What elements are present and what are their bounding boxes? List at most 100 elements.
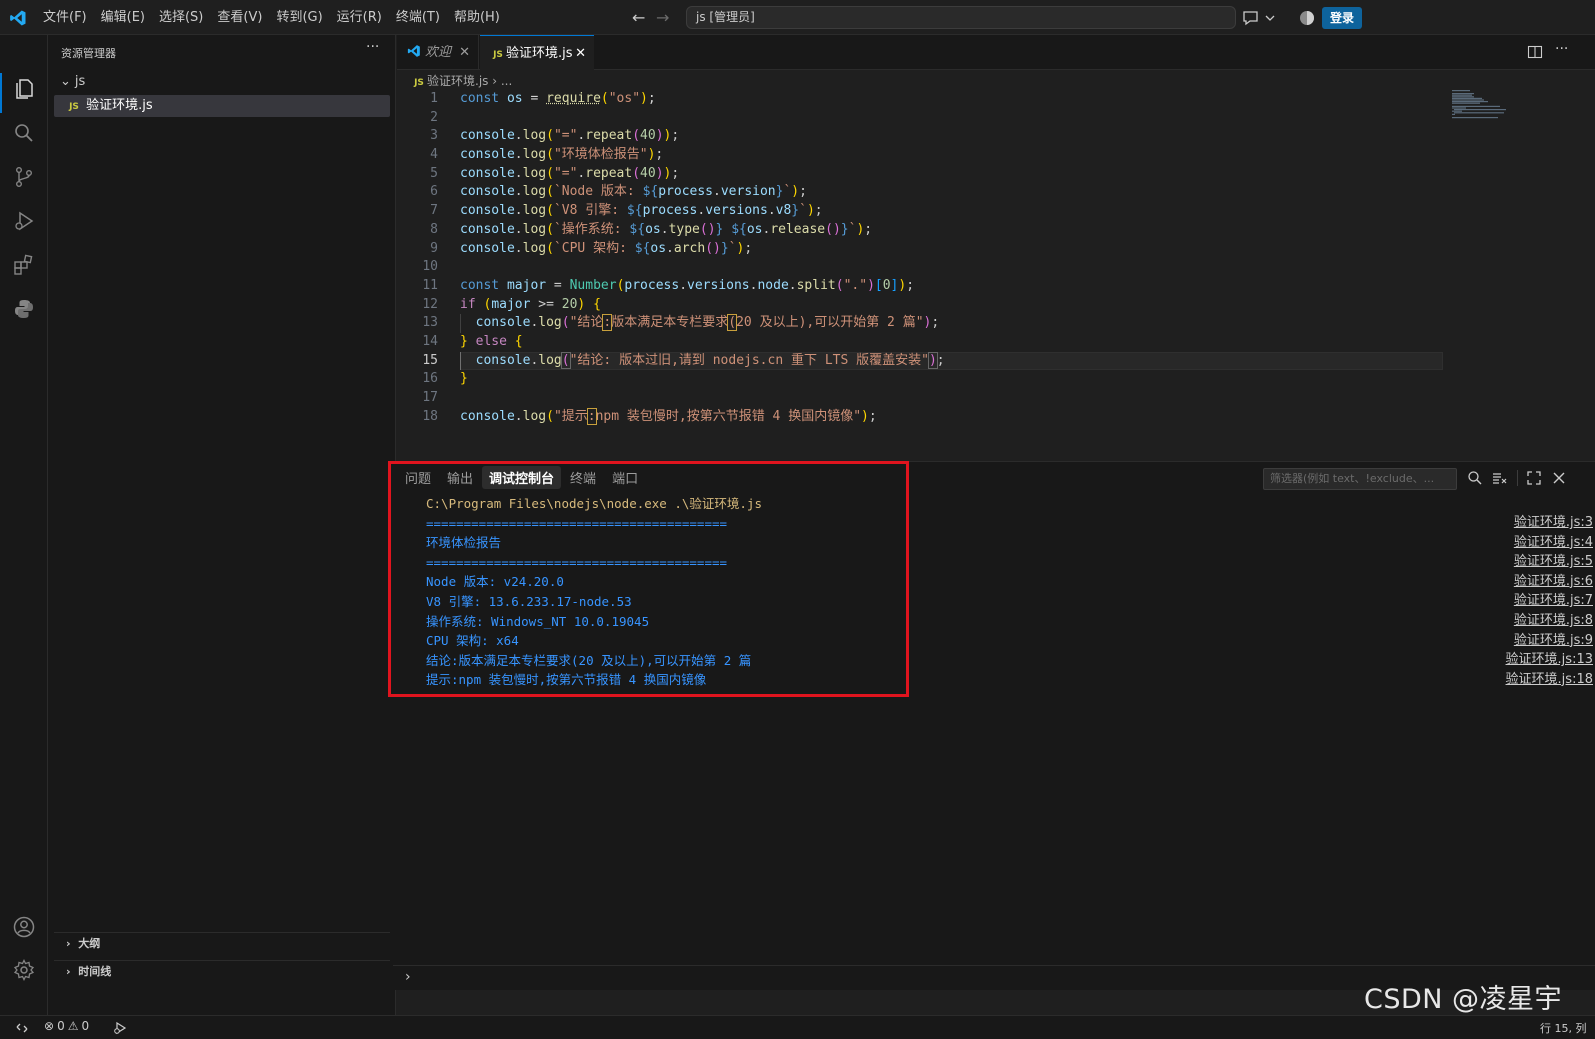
source-link[interactable]: 验证环境.js:3: [1506, 513, 1593, 533]
chat-icon[interactable]: [1242, 9, 1278, 27]
folder-js[interactable]: ⌄ js: [56, 71, 388, 93]
source-link[interactable]: 验证环境.js:4: [1506, 533, 1593, 553]
console-line: V8 引擎: 13.6.233.17-node.53: [426, 593, 632, 609]
tab-file[interactable]: JS 验证环境.js ✕: [480, 35, 594, 70]
more-actions-icon[interactable]: ···: [1555, 41, 1568, 57]
line-number: 16: [422, 371, 438, 387]
code-line: 18 console.log("提示:npm 装包慢时,按第六节报错 4 换国内镜…: [397, 407, 1467, 427]
tab-welcome[interactable]: 欢迎 ✕: [397, 35, 479, 70]
source-link[interactable]: 验证环境.js:9: [1506, 631, 1593, 651]
breadcrumb-more[interactable]: ...: [501, 74, 512, 88]
code-line: 1 const os = require("os");: [397, 90, 1467, 109]
vscode-logo-icon: [10, 10, 26, 26]
console-line: ========================================: [426, 554, 728, 570]
filter-input[interactable]: 筛选器(例如 text、!exclude、...: [1263, 468, 1457, 490]
bottom-panel: 问题 输出 调试控制台 终端 端口 筛选器(例如 text、!exclude、.…: [393, 461, 1595, 990]
sidebar-title: 资源管理器: [61, 47, 116, 60]
python-icon[interactable]: [12, 297, 36, 321]
menu-run[interactable]: 运行(R): [330, 6, 389, 30]
code-line: 14} else {: [397, 333, 1467, 352]
timeline-label: 时间线: [78, 965, 112, 978]
console-line: CPU 架构: x64: [426, 633, 519, 649]
extensions-icon[interactable]: [12, 253, 36, 277]
run-debug-icon[interactable]: [12, 209, 36, 233]
remote-icon[interactable]: [14, 1020, 30, 1036]
account-icon[interactable]: [12, 915, 36, 939]
source-link[interactable]: 验证环境.js:6: [1506, 572, 1593, 592]
tab-ports[interactable]: 端口: [605, 466, 645, 489]
console-line: Node 版本: v24.20.0: [426, 574, 564, 590]
outline-section[interactable]: › 大纲: [54, 932, 390, 954]
line-number: 13: [422, 315, 438, 331]
code-line: 11 const major = Number(process.versions.…: [397, 277, 1467, 296]
menu-view[interactable]: 查看(V): [210, 6, 269, 30]
error-count: 0: [57, 1019, 65, 1033]
problems-status[interactable]: ⊗ 0 ⚠ 0: [44, 1019, 89, 1033]
menu-selection[interactable]: 选择(S): [152, 6, 210, 30]
timeline-section[interactable]: › 时间线: [54, 960, 390, 982]
line-number: 11: [422, 277, 438, 293]
code-line: 7 console.log(`V8 引擎: ${process.versions.…: [397, 202, 1467, 221]
menu-go[interactable]: 转到(G): [269, 6, 329, 30]
command-center-search[interactable]: js [管理员]: [686, 6, 1236, 29]
warning-icon: ⚠: [67, 1019, 79, 1033]
code-line: 10: [397, 258, 1467, 277]
menu-help[interactable]: 帮助(H): [447, 6, 507, 30]
back-arrow-icon[interactable]: ←: [632, 8, 645, 27]
menu-edit[interactable]: 编辑(E): [94, 6, 152, 30]
file-label: 验证环境.js: [86, 98, 153, 113]
line-number: 9: [430, 240, 438, 256]
code-line: 9 console.log(`CPU 架构: ${os.arch()}`);: [397, 240, 1467, 259]
outline-label: 大纲: [78, 937, 101, 950]
code-line: 13 console.log("结论:版本满足本专栏要求(20 及以上),可以开…: [397, 314, 1467, 333]
line-number: 1: [430, 91, 438, 106]
cursor-position[interactable]: 行 15, 列: [1540, 1020, 1587, 1036]
tab-output[interactable]: 输出: [440, 466, 480, 489]
search-icon[interactable]: [1467, 470, 1483, 486]
source-control-icon[interactable]: [12, 165, 36, 189]
copilot-icon[interactable]: [1299, 10, 1315, 26]
maximize-icon[interactable]: [1526, 470, 1542, 486]
chevron-right-icon: ›: [66, 965, 71, 978]
clear-console-icon[interactable]: [1491, 470, 1507, 486]
forward-arrow-icon[interactable]: →: [656, 8, 669, 27]
menu-file[interactable]: 文件(F): [36, 6, 94, 30]
more-actions-icon[interactable]: ···: [366, 39, 379, 55]
source-link[interactable]: 验证环境.js:5: [1506, 552, 1593, 572]
debug-console-output: C:\Program Files\nodejs\node.exe .\验证环境.…: [426, 494, 906, 690]
source-link[interactable]: 验证环境.js:7: [1506, 591, 1593, 611]
line-number: 4: [430, 147, 438, 163]
source-link[interactable]: 验证环境.js:18: [1506, 670, 1593, 690]
watermark: CSDN @凌星宇: [1364, 984, 1563, 1015]
console-command: C:\Program Files\nodejs\node.exe .\验证环境.…: [426, 496, 762, 511]
close-icon[interactable]: ✕: [459, 35, 470, 70]
folder-label: js: [74, 74, 86, 89]
split-editor-icon[interactable]: [1527, 44, 1543, 60]
close-icon[interactable]: ✕: [575, 36, 586, 71]
tab-debug-console[interactable]: 调试控制台: [482, 465, 562, 489]
explorer-sidebar: 资源管理器 ··· ⌄ js JS 验证环境.js › 大纲 › 时间线: [48, 35, 396, 1015]
debug-icon[interactable]: [112, 1020, 128, 1036]
minimap[interactable]: [1452, 90, 1532, 130]
gear-icon[interactable]: [12, 958, 36, 982]
chevron-right-icon: ›: [405, 969, 411, 985]
code-line: 3 console.log("=".repeat(40));: [397, 127, 1467, 146]
login-button[interactable]: 登录: [1322, 7, 1363, 29]
menu-terminal[interactable]: 终端(T): [389, 6, 447, 30]
tab-terminal[interactable]: 终端: [563, 466, 603, 489]
breadcrumb-file[interactable]: 验证环境.js: [427, 74, 488, 88]
file-item[interactable]: JS 验证环境.js: [54, 95, 390, 117]
close-icon[interactable]: [1551, 470, 1567, 486]
warning-count: 0: [81, 1019, 90, 1033]
source-link[interactable]: 验证环境.js:13: [1506, 650, 1593, 670]
tab-problems[interactable]: 问题: [398, 466, 438, 489]
code-editor[interactable]: 1 const os = require("os"); 2 3 console.lo…: [397, 90, 1467, 426]
console-line: 结论:版本满足本专栏要求(20 及以上),可以开始第 2 篇: [426, 652, 752, 668]
source-link[interactable]: 验证环境.js:8: [1506, 611, 1593, 631]
search-icon[interactable]: [12, 121, 36, 145]
explorer-icon[interactable]: [12, 77, 36, 101]
line-number: 6: [430, 184, 438, 200]
tab-welcome-label: 欢迎: [425, 45, 452, 60]
menu-bar: 文件(F) 编辑(E) 选择(S) 查看(V) 转到(G) 运行(R) 终端(T…: [36, 0, 507, 35]
console-line: 环境体检报告: [426, 535, 502, 551]
